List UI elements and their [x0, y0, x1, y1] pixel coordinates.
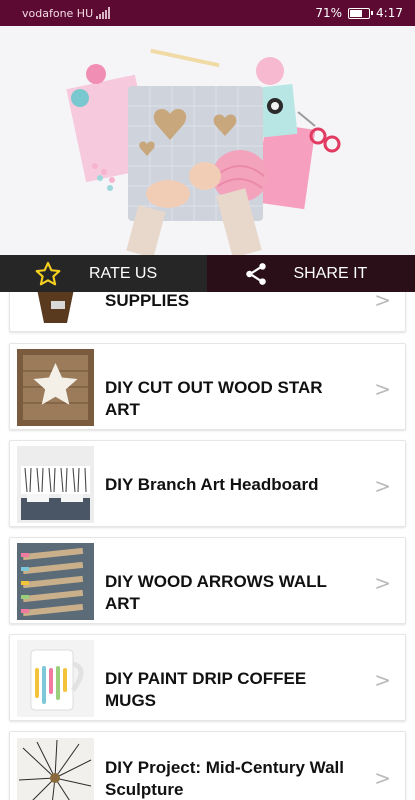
list-item[interactable]: DIY PAINT DRIP COFFEE MUGS >	[9, 634, 406, 721]
share-icon	[245, 262, 266, 285]
chevron-right-icon: >	[374, 474, 391, 498]
item-title: DIY Project: Mid-Century Wall Sculpture	[105, 758, 344, 799]
share-it-button[interactable]: SHARE IT	[206, 255, 415, 292]
thumbnail-drip-mug	[17, 640, 94, 717]
item-title: DIY WOOD ARROWS WALL ART	[105, 572, 327, 613]
item-title: SUPPLIES	[105, 292, 190, 310]
crafting-scene-illustration	[0, 26, 415, 255]
item-title: DIY Branch Art Headboard	[105, 475, 319, 494]
project-list: SUPPLIES > DIY CUT OUT WOOD STAR ART > D…	[0, 292, 415, 800]
thumbnail-wall-sculpture	[17, 738, 94, 800]
list-item[interactable]: DIY Branch Art Headboard >	[9, 440, 406, 527]
status-bar: vodafone HU 71% 4:17	[0, 0, 415, 26]
list-item[interactable]: DIY WOOD ARROWS WALL ART >	[9, 537, 406, 624]
thumbnail-branch-headboard	[17, 446, 94, 523]
chevron-right-icon: >	[374, 571, 391, 595]
thumbnail-wood-frame	[17, 292, 94, 326]
action-bar: RATE US SHARE IT	[0, 255, 415, 292]
battery-icon	[348, 7, 374, 19]
thumbnail-wood-arrows	[17, 543, 94, 620]
clock: 4:17	[376, 6, 403, 20]
list-item[interactable]: DIY CUT OUT WOOD STAR ART >	[9, 343, 406, 430]
rate-us-button[interactable]: RATE US	[0, 255, 207, 292]
star-icon	[35, 261, 61, 285]
chevron-right-icon: >	[374, 766, 391, 790]
signal-icon	[96, 7, 110, 19]
hero-image	[0, 26, 415, 255]
list-item[interactable]: SUPPLIES >	[9, 292, 406, 332]
share-it-label: SHARE IT	[293, 264, 368, 282]
list-item[interactable]: DIY Project: Mid-Century Wall Sculpture …	[9, 731, 406, 800]
rate-us-label: RATE US	[89, 264, 158, 282]
carrier-name: vodafone HU	[22, 7, 94, 20]
thumbnail-wood-star	[17, 349, 94, 426]
chevron-right-icon: >	[374, 292, 391, 312]
chevron-right-icon: >	[374, 668, 391, 692]
item-title: DIY CUT OUT WOOD STAR ART	[105, 378, 323, 419]
item-title: DIY PAINT DRIP COFFEE MUGS	[105, 669, 307, 710]
chevron-right-icon: >	[374, 377, 391, 401]
battery-percent: 71%	[315, 6, 343, 20]
